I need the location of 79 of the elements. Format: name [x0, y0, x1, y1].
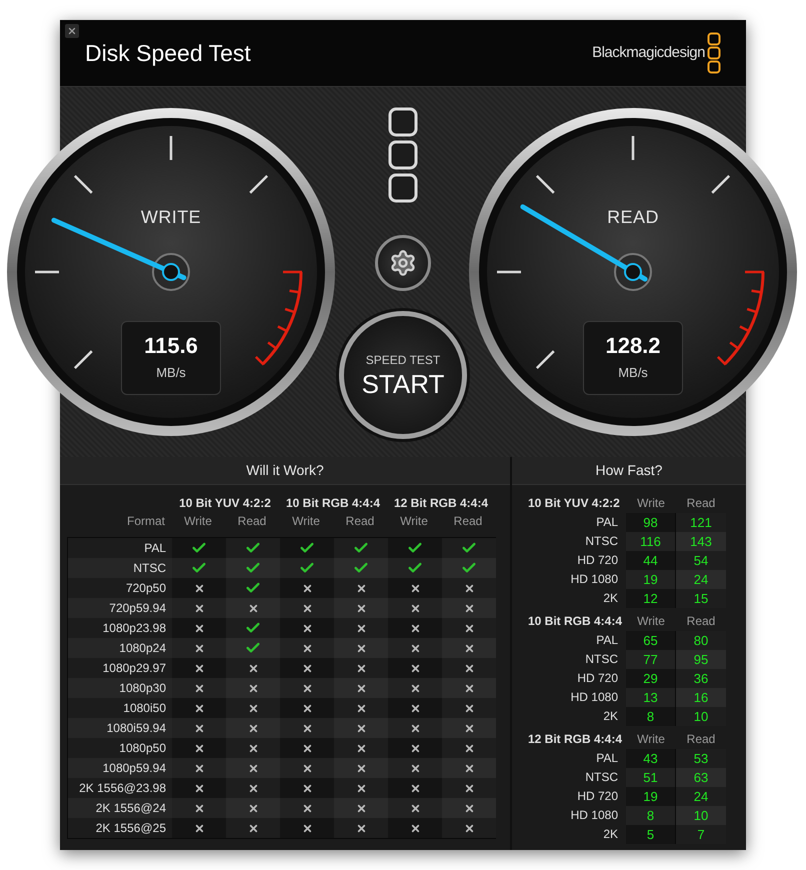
write-speed-cell: 5 [626, 825, 676, 844]
format-cell: 1080i59.94 [68, 718, 172, 738]
format-cell-text: HD 1080 [570, 689, 619, 706]
gauge-label: READ [607, 206, 659, 229]
write-speed-cell: 12 [626, 589, 676, 608]
write-speed-cell: 44 [626, 551, 676, 570]
column-heading: Write [291, 513, 321, 530]
read-speed-cell: 24 [676, 570, 726, 589]
close-icon [67, 26, 77, 36]
column-heading: Read [452, 513, 484, 530]
group-heading: 12 Bit RGB 4:4:4 [527, 731, 624, 748]
column-heading: Write [636, 495, 666, 512]
group-heading: 10 Bit YUV 4:2:2 [527, 495, 621, 512]
write-speed-cell: 19 [626, 787, 676, 806]
column-heading: Format [126, 513, 166, 530]
settings-icon [389, 249, 417, 277]
column-heading: Write [636, 613, 666, 630]
write-speed-cell: 98 [626, 513, 676, 532]
write-speed-cell: 29 [626, 669, 676, 688]
read-speed-cell: 10 [676, 806, 726, 825]
format-cell: 2K 1556@24 [68, 798, 172, 818]
write-speed-cell: 8 [626, 806, 676, 825]
brand-logo-icon [707, 32, 721, 74]
write-speed-cell: 116 [626, 532, 676, 551]
settings-button[interactable] [375, 235, 431, 291]
section-title: How Fast? [596, 461, 662, 480]
format-cell-text: NTSC [584, 533, 619, 550]
format-cell-text: HD 1080 [570, 807, 619, 824]
column-heading: Read [686, 495, 716, 512]
column-heading: Read [236, 513, 268, 530]
format-cell-text: HD 720 [576, 788, 619, 805]
format-cell: 1080p24 [68, 638, 172, 658]
format-cell: 1080p30 [68, 678, 172, 698]
format-cell-text: PAL [595, 514, 619, 531]
column-heading: Write [399, 513, 429, 530]
section-title: Will it Work? [246, 461, 324, 480]
write-speed-cell: 8 [626, 707, 676, 726]
format-cell-text: HD 720 [576, 552, 619, 569]
speed-value: 128.2 [605, 333, 661, 360]
format-cell-text: PAL [595, 632, 619, 649]
write-speed-cell: 77 [626, 650, 676, 669]
write-speed-cell: 19 [626, 570, 676, 589]
format-cell-text: NTSC [584, 651, 619, 668]
group-heading: 12 Bit RGB 4:4:4 [392, 495, 490, 512]
format-cell-text: 2K [602, 708, 619, 725]
column-heading: Read [344, 513, 376, 530]
close-button[interactable] [65, 24, 79, 38]
format-cell-text: NTSC [584, 769, 619, 786]
group-heading: 10 Bit RGB 4:4:4 [284, 495, 382, 512]
column-heading: Read [686, 731, 716, 748]
write-speed-cell: 43 [626, 749, 676, 768]
read-speed-cell: 63 [676, 768, 726, 787]
format-cell-text: HD 720 [576, 670, 619, 687]
speed-value: 115.6 [144, 333, 198, 360]
column-heading: Write [183, 513, 213, 530]
format-cell: 1080p59.94 [68, 758, 172, 778]
format-cell-text: PAL [595, 750, 619, 767]
start-button[interactable]: SPEED TEST START [339, 311, 467, 439]
read-speed-cell: 95 [676, 650, 726, 669]
format-cell: NTSC [68, 558, 172, 578]
read-speed-cell: 16 [676, 688, 726, 707]
group-heading: 10 Bit YUV 4:2:2 [178, 495, 272, 512]
column-heading: Write [636, 731, 666, 748]
column-heading: Read [686, 613, 716, 630]
format-cell-text: 2K [602, 590, 619, 607]
write-speed-cell: 51 [626, 768, 676, 787]
unit-label: MB/s [618, 364, 648, 382]
write-speed-cell: 13 [626, 688, 676, 707]
format-cell: 720p59.94 [68, 598, 172, 618]
unit-label: MB/s [156, 364, 186, 382]
read-speed-cell: 143 [676, 532, 726, 551]
format-cell-text: 2K [602, 826, 619, 843]
logo-squares-icon [388, 107, 418, 203]
write-speed-cell: 65 [626, 631, 676, 650]
format-cell-text: HD 1080 [570, 571, 619, 588]
gauge-label: WRITE [140, 206, 202, 229]
window-title: Disk Speed Test [85, 38, 251, 68]
group-heading: 10 Bit RGB 4:4:4 [527, 613, 624, 630]
brand-logo-text: Blackmagicdesign [592, 42, 705, 63]
